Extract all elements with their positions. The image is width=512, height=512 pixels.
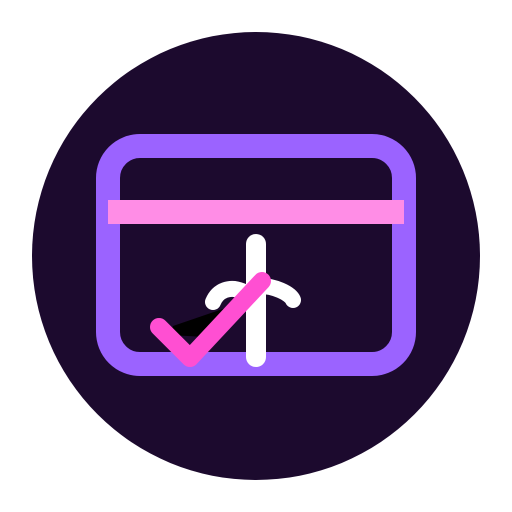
app-icon	[0, 0, 512, 512]
card-stripe	[108, 200, 404, 224]
payment-approved-icon	[32, 32, 480, 480]
